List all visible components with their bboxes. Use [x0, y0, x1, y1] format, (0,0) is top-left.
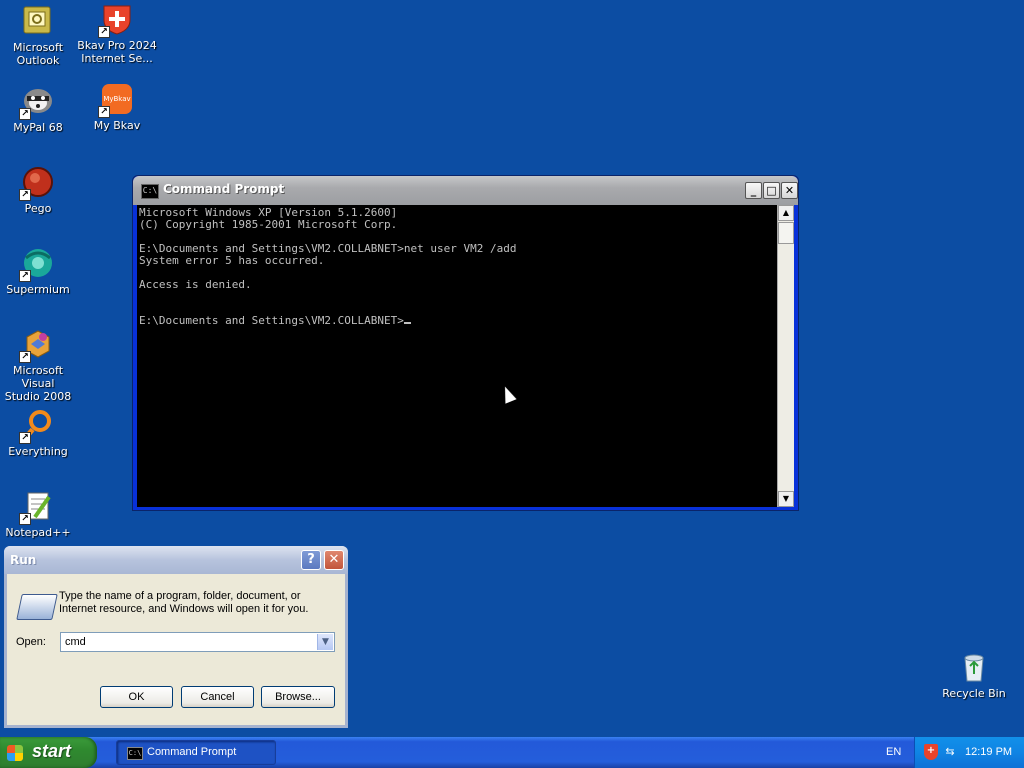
- run-dialog[interactable]: Run ? ✕ Type the name of a program, fold…: [4, 546, 348, 728]
- desktop-icon-label: MyPal 68: [13, 121, 63, 134]
- desktop-icon-label: My Bkav: [93, 119, 141, 132]
- desktop-icon-mypal[interactable]: ↗ MyPal 68: [0, 84, 80, 134]
- shortcut-arrow-icon: ↗: [19, 351, 31, 363]
- chevron-down-icon[interactable]: ▼: [317, 634, 333, 650]
- open-combobox[interactable]: cmd ▼: [60, 632, 335, 652]
- desktop-icon-notepadpp[interactable]: ↗ Notepad++: [0, 489, 80, 539]
- windows-flag-icon: [7, 745, 23, 761]
- desktop-icon-outlook[interactable]: Microsoft Outlook: [0, 4, 80, 67]
- scroll-thumb[interactable]: [778, 222, 794, 244]
- desktop-icon-label: Supermium: [6, 283, 70, 296]
- mypal-raccoon-icon: ↗: [19, 84, 55, 120]
- start-button[interactable]: start: [0, 737, 97, 768]
- open-input[interactable]: cmd: [65, 636, 86, 648]
- text-cursor: [403, 322, 411, 324]
- console-line: Access is denied.: [139, 278, 252, 291]
- cancel-button[interactable]: Cancel: [181, 686, 254, 708]
- minimize-button[interactable]: _: [745, 182, 762, 199]
- maximize-button[interactable]: □: [763, 182, 780, 199]
- everything-search-icon: ↗: [19, 408, 55, 444]
- desktop-icon-pego[interactable]: ↗ Pego: [0, 165, 80, 215]
- svg-text:MyBkav: MyBkav: [103, 95, 130, 103]
- desktop-icon-recycle-bin[interactable]: Recycle Bin: [932, 650, 1016, 700]
- bkav-tray-shield-icon[interactable]: +: [924, 744, 938, 760]
- window-titlebar[interactable]: C:\ Command Prompt _ □ ✕: [133, 176, 798, 205]
- run-description: Type the name of a program, folder, docu…: [59, 590, 309, 615]
- console-prompt: E:\Documents and Settings\VM2.COLLABNET>: [139, 314, 404, 327]
- my-bkav-icon: MyBkav ↗: [98, 82, 134, 118]
- window-title: Command Prompt: [163, 182, 285, 196]
- desktop-icon-label: Microsoft Outlook: [12, 41, 64, 67]
- console-line: (C) Copyright 1985-2001 Microsoft Corp.: [139, 218, 398, 231]
- desktop-icon-my-bkav[interactable]: MyBkav ↗ My Bkav: [75, 82, 159, 132]
- visual-studio-icon: ↗: [19, 327, 55, 363]
- shortcut-arrow-icon: ↗: [19, 270, 31, 282]
- open-label: Open:: [16, 636, 46, 648]
- taskbar-item-label: Command Prompt: [147, 746, 237, 758]
- desktop-icon-label: Bkav Pro 2024 Internet Se...: [77, 39, 157, 65]
- desktop-icon-label: Everything: [8, 445, 68, 458]
- bkav-shield-icon: ↗: [98, 2, 134, 38]
- console-line: System error 5 has occurred.: [139, 254, 325, 267]
- ok-button[interactable]: OK: [100, 686, 173, 708]
- scroll-down-arrow-icon[interactable]: ▼: [778, 491, 794, 507]
- desktop-icon-visual-studio[interactable]: ↗ Microsoft Visual Studio 2008: [0, 327, 80, 403]
- desktop-icon-supermium[interactable]: ↗ Supermium: [0, 246, 80, 296]
- dialog-title: Run: [10, 553, 37, 567]
- recycle-bin-icon: [957, 650, 991, 684]
- cmd-icon: C:\: [141, 184, 159, 199]
- desktop-icon-label: Notepad++: [5, 526, 71, 539]
- close-button[interactable]: ✕: [324, 550, 344, 570]
- desktop-icon-everything[interactable]: ↗ Everything: [0, 408, 80, 458]
- taskbar: start C:\ Command Prompt EN + ⇆ 12:19 PM: [0, 737, 1024, 768]
- shortcut-arrow-icon: ↗: [19, 432, 31, 444]
- shortcut-arrow-icon: ↗: [19, 189, 31, 201]
- notepadpp-icon: ↗: [19, 489, 55, 525]
- dialog-titlebar[interactable]: Run ? ✕: [4, 546, 348, 574]
- run-icon: [16, 594, 58, 620]
- command-prompt-window[interactable]: C:\ Command Prompt _ □ ✕ Microsoft Windo…: [132, 175, 799, 511]
- clock[interactable]: 12:19 PM: [965, 746, 1012, 758]
- close-button[interactable]: ✕: [781, 182, 798, 199]
- network-icon[interactable]: ⇆: [943, 745, 957, 759]
- shortcut-arrow-icon: ↗: [19, 108, 31, 120]
- desktop-icon-label: Recycle Bin: [942, 687, 1006, 700]
- console-output[interactable]: Microsoft Windows XP [Version 5.1.2600](…: [137, 205, 777, 507]
- browse-button[interactable]: Browse...: [261, 686, 335, 708]
- scroll-up-arrow-icon[interactable]: ▲: [778, 205, 794, 221]
- help-button[interactable]: ?: [301, 550, 321, 570]
- pego-icon: ↗: [19, 165, 55, 201]
- shortcut-arrow-icon: ↗: [98, 26, 110, 38]
- cmd-icon: C:\: [127, 747, 143, 760]
- desktop-icon-label: Pego: [24, 202, 52, 215]
- vertical-scrollbar[interactable]: ▲ ▼: [777, 205, 794, 507]
- supermium-icon: ↗: [19, 246, 55, 282]
- outlook-icon: [21, 4, 55, 38]
- shortcut-arrow-icon: ↗: [98, 106, 110, 118]
- desktop-icon-label: Microsoft Visual Studio 2008: [4, 364, 72, 403]
- language-indicator[interactable]: EN: [886, 746, 901, 758]
- start-label: start: [32, 741, 72, 761]
- taskbar-item-command-prompt[interactable]: C:\ Command Prompt: [116, 740, 276, 765]
- system-tray: + ⇆ 12:19 PM: [914, 737, 1024, 768]
- console-prompt-line: E:\Documents and Settings\VM2.COLLABNET>: [139, 315, 777, 327]
- desktop-icon-bkav-pro[interactable]: ↗ Bkav Pro 2024 Internet Se...: [75, 2, 159, 65]
- shortcut-arrow-icon: ↗: [19, 513, 31, 525]
